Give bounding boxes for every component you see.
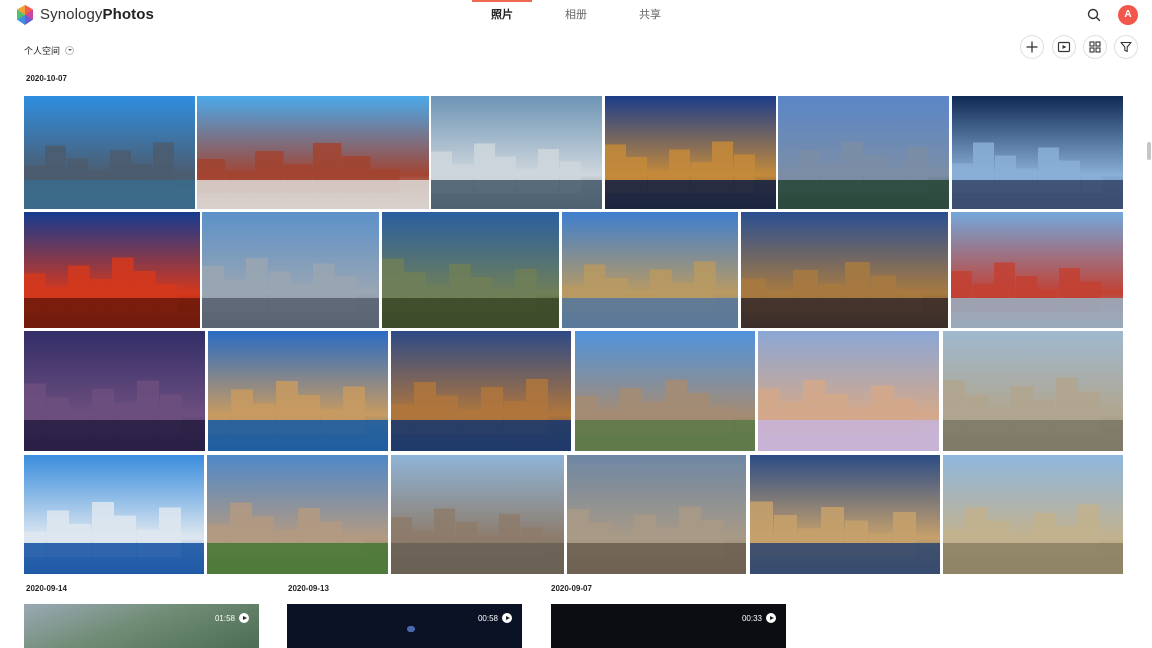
photo-foreground — [382, 297, 559, 328]
play-icon — [502, 613, 512, 623]
section-date: 2020-10-07 — [26, 74, 67, 83]
user-avatar[interactable]: A — [1118, 5, 1138, 25]
video-thumbnail[interactable]: 01:58 — [24, 604, 259, 648]
search-icon — [1087, 8, 1101, 22]
add-button[interactable] — [1020, 35, 1044, 59]
photo-foreground — [208, 419, 388, 451]
photo-thumbnail-street-canal[interactable] — [391, 455, 564, 574]
video-duration: 00:58 — [478, 613, 512, 623]
tab-photos[interactable]: 照片 — [470, 0, 534, 30]
photo-thumbnail-shanghai-skyline[interactable] — [24, 96, 195, 209]
photo-foreground — [575, 419, 755, 451]
photo-thumbnail-taipei-dusk[interactable] — [778, 96, 949, 209]
video-thumbnail[interactable]: 00:58 — [287, 604, 522, 648]
synology-photos-logo-icon — [17, 5, 33, 25]
photo-thumbnail-empire-state[interactable] — [202, 212, 379, 328]
photo-foreground — [24, 419, 205, 451]
photo-thumbnail-warsaw-palace[interactable] — [943, 331, 1123, 451]
photo-thumbnail-city-towers-dusk[interactable] — [741, 212, 948, 328]
filter-button[interactable] — [1114, 35, 1138, 59]
photo-thumbnail-milan-duomo[interactable] — [758, 331, 939, 451]
play-icon — [239, 613, 249, 623]
photo-thumbnail-eiffel-tower[interactable] — [575, 331, 755, 451]
photo-foreground — [750, 543, 940, 574]
grid-view-button[interactable] — [1083, 35, 1107, 59]
photo-thumbnail-tower-bridge[interactable] — [750, 455, 940, 574]
photo-foreground — [943, 543, 1123, 574]
photo-foreground — [567, 543, 746, 574]
photo-thumbnail-big-ben[interactable] — [562, 212, 738, 328]
photo-thumbnail-stadium-aerial-night[interactable] — [952, 96, 1123, 209]
slideshow-button[interactable] — [1052, 35, 1076, 59]
slideshow-icon — [1057, 41, 1071, 53]
video-thumbnail[interactable]: 00:33 — [551, 604, 786, 648]
photo-foreground — [24, 179, 195, 209]
photo-thumbnail-birds-nest-stadium[interactable] — [24, 212, 200, 328]
tab-albums[interactable]: 相册 — [544, 0, 608, 30]
video-duration: 00:33 — [742, 613, 776, 623]
photo-foreground — [391, 419, 571, 451]
photo-thumbnail-cathedral-trees[interactable] — [207, 455, 388, 574]
city-light — [407, 626, 415, 632]
photo-foreground — [391, 543, 564, 574]
duration-text: 00:58 — [477, 613, 498, 623]
photo-thumbnail-taipei-101-night[interactable] — [24, 331, 205, 451]
filter-icon — [1120, 41, 1132, 53]
brand-prefix: Synology — [40, 6, 103, 23]
space-selector[interactable]: 个人空间 — [24, 42, 75, 58]
photo-foreground — [202, 297, 379, 328]
photo-thumbnail-tokyo-tower[interactable] — [951, 212, 1123, 328]
section-date: 2020-09-14 — [26, 584, 67, 593]
brand-suffix: Photos — [102, 6, 154, 23]
photo-foreground — [758, 419, 939, 451]
photo-foreground — [952, 179, 1123, 209]
photo-foreground — [778, 179, 949, 209]
chevron-down-icon — [65, 45, 75, 55]
scrollbar-thumb[interactable] — [1147, 142, 1151, 160]
photo-foreground — [951, 297, 1123, 328]
photo-thumbnail-zurich-river[interactable] — [208, 331, 388, 451]
photo-foreground — [943, 419, 1123, 451]
brand-name: SynologyPhotos — [40, 6, 154, 23]
photo-thumbnail-prague-bridge[interactable] — [391, 331, 571, 451]
grid-view-icon — [1089, 41, 1101, 53]
video-duration: 01:58 — [215, 613, 249, 623]
photo-foreground — [197, 179, 429, 209]
section-date: 2020-09-13 — [288, 584, 329, 593]
search-button[interactable] — [1084, 5, 1104, 25]
photo-foreground — [431, 179, 602, 209]
photo-thumbnail-dusseldorf-tower[interactable] — [431, 96, 602, 209]
photo-thumbnail-statue-columns[interactable] — [567, 455, 746, 574]
duration-text: 00:33 — [741, 613, 762, 623]
photo-foreground — [24, 297, 200, 328]
photo-thumbnail-sydney-opera[interactable] — [24, 455, 204, 574]
top-bar: SynologyPhotos 照片 相册 共享 A — [0, 0, 1152, 30]
photo-foreground — [24, 543, 204, 574]
photo-thumbnail-cathedral-night[interactable] — [605, 96, 776, 209]
add-icon — [1026, 41, 1038, 53]
photo-foreground — [207, 543, 388, 574]
photo-thumbnail-madrid-aerial[interactable] — [943, 455, 1123, 574]
space-label: 个人空间 — [24, 45, 61, 56]
photo-thumbnail-sunset-hill-tower[interactable] — [382, 212, 559, 328]
photo-foreground — [741, 297, 948, 328]
photo-foreground — [605, 179, 776, 209]
play-icon — [766, 613, 776, 623]
photo-thumbnail-moscow-red-square[interactable] — [197, 96, 429, 209]
duration-text: 01:58 — [214, 613, 235, 623]
tab-shared[interactable]: 共享 — [618, 0, 682, 30]
photo-foreground — [562, 297, 738, 328]
section-date: 2020-09-07 — [551, 584, 592, 593]
